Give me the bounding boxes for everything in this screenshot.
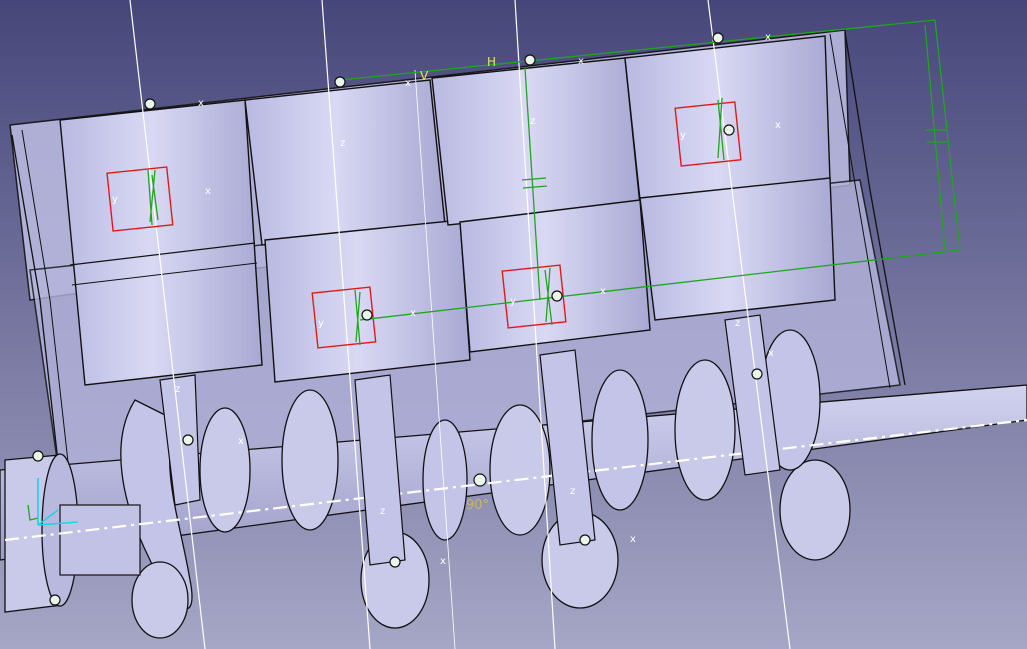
axis-label-z: z <box>340 138 345 149</box>
piston-1[interactable] <box>59 99 263 386</box>
axis-label-z: z <box>735 318 740 329</box>
axis-label-x: x <box>765 32 771 43</box>
angle-dimension-label[interactable]: 90° <box>466 498 489 513</box>
axis-label-x: x <box>198 98 204 109</box>
axis-label-x: x <box>775 120 781 131</box>
axis-label-x: x <box>578 56 584 67</box>
axis-label-x: x <box>600 286 606 297</box>
axis-label-x: x <box>405 78 411 89</box>
engine-assembly-scene[interactable]: x x x x x x x x x x x x y y y y z z z z … <box>0 0 1027 649</box>
axis-label-y: y <box>510 296 516 307</box>
axis-label-y: y <box>112 194 118 205</box>
axis-label-z: z <box>175 384 180 395</box>
axis-label-x: x <box>440 556 446 567</box>
axis-label-y: y <box>680 130 686 141</box>
axis-label-z: z <box>570 486 575 497</box>
axis-label-x: x <box>205 186 211 197</box>
vertical-constraint-label[interactable]: V <box>420 69 429 83</box>
axis-label-x: x <box>768 348 774 359</box>
axis-label-y: y <box>318 318 324 329</box>
axis-label-x: x <box>410 308 416 319</box>
cad-3d-viewport[interactable]: x x x x x x x x x x x x y y y y z z z z … <box>0 0 1027 649</box>
axis-label-x: x <box>238 436 244 447</box>
axis-label-z: z <box>530 116 535 127</box>
horizontal-constraint-label[interactable]: H <box>487 55 496 69</box>
axis-label-x: x <box>630 534 636 545</box>
axis-label-z: z <box>380 506 385 517</box>
